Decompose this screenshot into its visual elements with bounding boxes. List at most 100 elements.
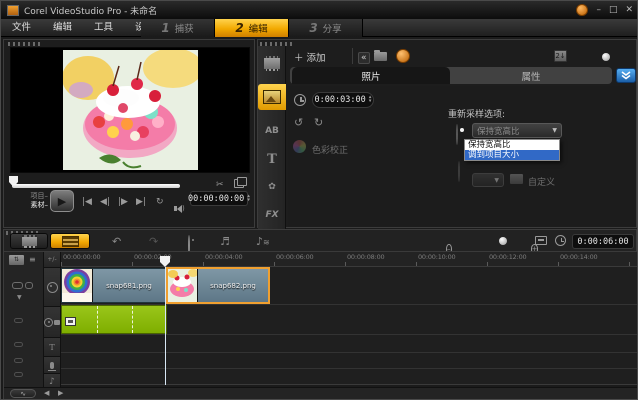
rail-media-icon[interactable] xyxy=(258,50,286,76)
sound-mixer-icon[interactable]: ♬ xyxy=(220,235,230,248)
gallery-rail: AB T ✿ FX xyxy=(258,46,286,229)
timecode-spinner[interactable]: ▲▼ xyxy=(247,195,250,203)
add-button[interactable]: ＋ 添加 xyxy=(294,50,326,64)
fit-zoom-pill-button[interactable]: ∿ xyxy=(10,389,36,398)
resample-radio-1[interactable] xyxy=(456,124,458,145)
maximize-button[interactable]: □ xyxy=(609,5,618,15)
tab-attribute[interactable]: 属性 xyxy=(452,67,610,84)
track-manager-icon[interactable]: ⇅ xyxy=(9,255,24,265)
clip-name: snap681.png xyxy=(93,282,165,290)
folder-icon[interactable] xyxy=(374,52,387,61)
voice-track-icon[interactable] xyxy=(44,357,61,374)
close-button[interactable]: ✕ xyxy=(625,5,633,15)
resample-dropdown-list: 保持宽高比 调到项目大小 xyxy=(464,139,560,161)
color-correction-label[interactable]: 色彩校正 xyxy=(312,143,348,156)
timeline-view-button[interactable] xyxy=(50,233,90,249)
step-tab-edit[interactable]: 2 编辑 xyxy=(215,19,289,37)
photo-duration-field[interactable]: 0:00:03:00 ▲▼ xyxy=(312,92,374,108)
title-track-icon[interactable]: T xyxy=(44,338,61,357)
undo-icon[interactable]: ↶ xyxy=(112,235,121,248)
rotate-right-icon[interactable]: ↻ xyxy=(314,116,323,129)
fit-project-icon[interactable] xyxy=(535,236,547,245)
auto-music-icon[interactable]: ♪≋ xyxy=(256,235,270,248)
rail-filter-icon[interactable]: FX xyxy=(258,202,286,228)
mode-labels: 项目– 素材– xyxy=(24,192,48,210)
volume-icon[interactable]: ) xyxy=(174,198,185,217)
clip-thumbnail xyxy=(168,269,198,302)
resample-select[interactable]: 保持宽高比▼ xyxy=(472,123,562,138)
step-tab-share[interactable]: 3 分享 xyxy=(289,19,363,37)
step-tab-capture[interactable]: 1 捕获 xyxy=(141,19,215,37)
home-frame-icon[interactable]: |◀ xyxy=(82,196,92,208)
clip-snap681[interactable]: snap681.png xyxy=(61,268,166,303)
custom-size-select[interactable]: ▼ xyxy=(472,173,504,187)
rail-photo-icon[interactable] xyxy=(258,84,286,110)
end-frame-icon[interactable]: ▶| xyxy=(136,196,146,208)
menu-tools[interactable]: 工具 xyxy=(83,19,124,37)
timeline-duration[interactable]: 0:00:06:00 xyxy=(572,234,634,249)
ripple-dropdown-icon[interactable]: ▼ xyxy=(17,294,22,301)
scrubber-track[interactable] xyxy=(12,184,180,188)
overlay-lock-icon[interactable] xyxy=(14,318,23,323)
timeline-toolbar: ↶ ↷ ♬ ♪≋ – + 0:00:06:00 xyxy=(4,233,638,251)
music-track[interactable] xyxy=(61,369,638,385)
resample-radio-2[interactable] xyxy=(458,161,460,182)
rail-transition-icon[interactable]: AB xyxy=(258,118,286,144)
scroll-left-icon[interactable]: ◀ xyxy=(44,389,49,397)
play-button[interactable]: ▶ xyxy=(50,190,74,212)
overlay-track[interactable] xyxy=(61,305,638,335)
dropdown-option[interactable]: 保持宽高比 xyxy=(465,140,559,150)
title-lock-icon[interactable] xyxy=(14,342,23,347)
track-add-remove[interactable]: +/- xyxy=(44,252,61,268)
storyboard-view-button[interactable] xyxy=(10,233,48,249)
prev-frame-icon[interactable]: ◀| xyxy=(100,196,110,208)
video-track[interactable]: snap681.png snap682.png xyxy=(61,267,638,305)
rotate-left-icon[interactable]: ↺ xyxy=(294,116,303,129)
panel-drag-handle[interactable] xyxy=(8,42,42,46)
preview-timecode[interactable]: 00:00:00:00 ▲▼ xyxy=(190,191,248,206)
zoom-slider-thumb[interactable] xyxy=(499,237,507,245)
minimize-button[interactable]: – xyxy=(596,5,601,15)
title-track[interactable] xyxy=(61,335,638,353)
timeline-playhead-handle[interactable] xyxy=(160,256,170,267)
redo-icon[interactable]: ↷ xyxy=(149,235,158,248)
rail-title-icon[interactable]: T xyxy=(258,146,286,172)
clip-mode-label[interactable]: 素材– xyxy=(24,201,48,210)
enlarge-preview-icon[interactable] xyxy=(234,179,244,188)
timeline-clock-icon xyxy=(555,235,566,246)
expand-library-icon[interactable] xyxy=(616,68,636,83)
scroll-right-icon[interactable]: ▶ xyxy=(58,389,63,397)
video-track-icon[interactable] xyxy=(44,268,61,307)
preview-screen xyxy=(10,47,250,173)
collapse-icon[interactable]: « xyxy=(358,52,370,64)
ripple-edit-icons[interactable] xyxy=(12,282,33,289)
rail-graphic-icon[interactable]: ✿ xyxy=(258,174,286,200)
timeline-ruler[interactable]: 00:00:00:00 00:00:02:00 00:00:04:00 00:0… xyxy=(61,252,638,267)
overlay-track-icon[interactable] xyxy=(44,307,61,338)
repeat-icon[interactable]: ↻ xyxy=(156,196,164,208)
project-mode-label[interactable]: 项目– xyxy=(24,192,48,201)
voice-track[interactable] xyxy=(61,353,638,369)
preview-image xyxy=(63,50,198,170)
voice-lock-icon[interactable] xyxy=(14,358,23,363)
sort-icon[interactable]: 2↓ xyxy=(554,50,567,62)
app-icon xyxy=(7,5,19,16)
photo-options: 0:00:03:00 ▲▼ ↺ ↻ 色彩校正 重新采样选项: 保持宽高比▼ 保持… xyxy=(288,86,636,227)
split-scissors-icon[interactable]: ✂ xyxy=(216,179,224,191)
tab-photo[interactable]: 照片 xyxy=(292,67,450,84)
duration-spinner[interactable]: ▲▼ xyxy=(369,96,372,104)
menu-edit[interactable]: 编辑 xyxy=(42,19,83,37)
slider-thumb[interactable] xyxy=(602,53,610,61)
clip-snap682-selected[interactable]: snap682.png xyxy=(166,267,270,304)
library-toolbar: ＋ 添加 « 2↓ xyxy=(294,48,634,66)
menu-file[interactable]: 文件 xyxy=(1,19,42,37)
overlay-clip[interactable] xyxy=(61,305,167,334)
next-frame-icon[interactable]: |▶ xyxy=(118,196,128,208)
music-lock-icon[interactable] xyxy=(14,372,23,377)
color-correction-icon[interactable] xyxy=(293,140,306,153)
playhead-line[interactable] xyxy=(165,267,166,385)
help-badge-icon[interactable] xyxy=(576,4,588,16)
track-list-icon[interactable]: ≡ xyxy=(29,255,41,265)
dropdown-option-highlighted[interactable]: 调到项目大小 xyxy=(465,150,559,160)
instant-project-icon[interactable] xyxy=(396,49,410,63)
